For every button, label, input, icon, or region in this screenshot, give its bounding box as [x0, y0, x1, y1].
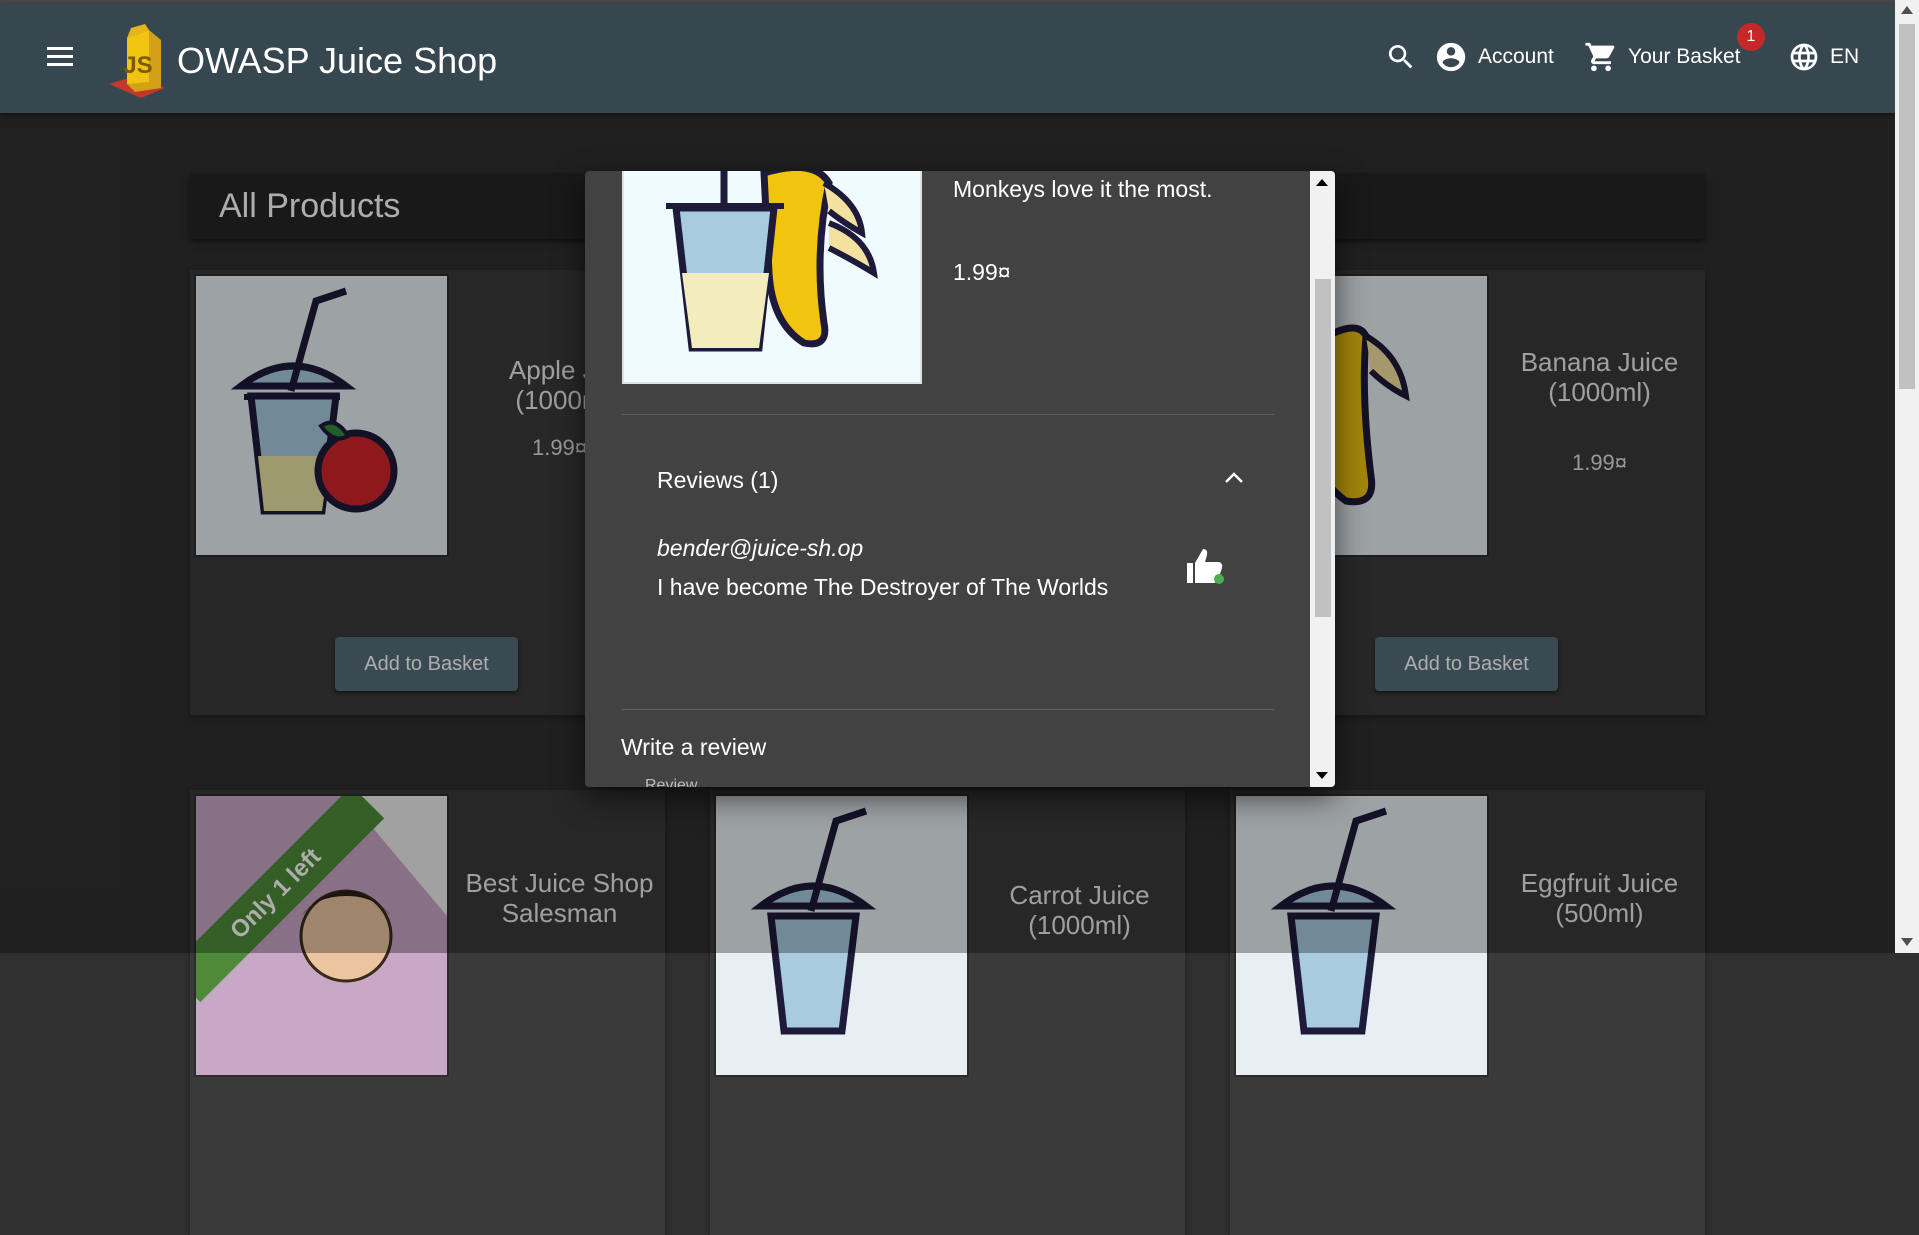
juice-shop-logo[interactable]: JS	[105, 18, 173, 100]
account-label: Account	[1478, 45, 1554, 68]
app-title[interactable]: OWASP Juice Shop	[177, 40, 497, 82]
thumb-up-icon[interactable]	[1183, 543, 1227, 587]
cart-icon	[1585, 42, 1615, 72]
basket-button[interactable]: Your Basket	[1584, 35, 1740, 79]
write-review-heading: Write a review	[621, 734, 767, 760]
divider	[622, 414, 1274, 415]
review-text: I have become The Destroyer of The World…	[657, 574, 1109, 600]
product-details-dialog: Monkeys love it the most. 1.99¤ Reviews …	[585, 171, 1335, 787]
basket-count-badge: 1	[1737, 23, 1765, 51]
product-price: 1.99¤	[953, 259, 1011, 285]
language-icon	[1790, 43, 1818, 71]
expand-less-icon[interactable]	[1222, 468, 1246, 488]
menu-icon[interactable]	[42, 39, 78, 75]
product-description: Monkeys love it the most.	[953, 176, 1213, 202]
account-button[interactable]: Account	[1434, 35, 1554, 79]
page-scrollbar[interactable]	[1895, 0, 1919, 953]
scroll-up-arrow[interactable]	[1901, 6, 1913, 14]
reviews-expansion-header[interactable]: Reviews (1)	[657, 467, 778, 494]
review-field-label[interactable]: Review	[645, 777, 697, 787]
dialog-scroll-up-arrow[interactable]	[1316, 177, 1328, 187]
basket-label: Your Basket	[1628, 45, 1741, 68]
scroll-down-arrow[interactable]	[1901, 938, 1913, 946]
language-button[interactable]: EN	[1788, 35, 1859, 79]
divider	[622, 709, 1274, 710]
dialog-scrollbar[interactable]	[1310, 171, 1335, 787]
dialog-product-image	[622, 171, 922, 384]
dialog-scroll-down-arrow[interactable]	[1316, 771, 1328, 781]
top-toolbar: JS OWASP Juice Shop Account Your Basket …	[0, 3, 1895, 113]
language-label: EN	[1830, 45, 1860, 68]
svg-text:JS: JS	[123, 52, 152, 79]
account-circle-icon	[1436, 42, 1466, 72]
dialog-scrollbar-thumb[interactable]	[1315, 279, 1331, 617]
search-icon	[1388, 45, 1413, 69]
review-author: bender@juice-sh.op	[657, 535, 864, 561]
page-scrollbar-thumb[interactable]	[1899, 24, 1915, 389]
search-button[interactable]	[1385, 35, 1427, 79]
